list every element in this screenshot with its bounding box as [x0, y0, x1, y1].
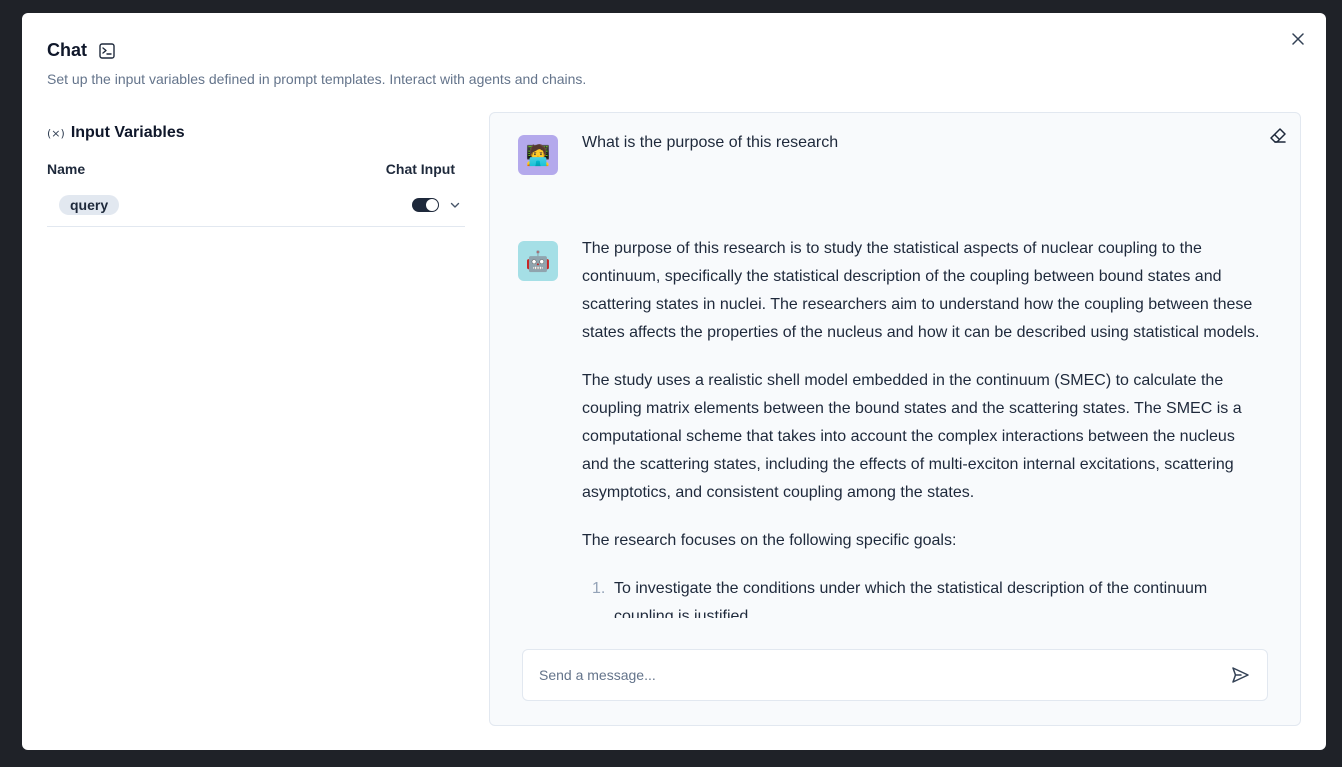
input-variables-header: (×) Input Variables	[47, 121, 465, 145]
chat-input-toggle[interactable]	[412, 197, 439, 212]
close-button[interactable]	[1288, 29, 1308, 49]
variable-icon: (×)	[47, 126, 65, 140]
variable-row[interactable]: query	[47, 183, 465, 227]
message-input-container	[522, 649, 1268, 701]
bot-message: 🤖 The purpose of this research is to stu…	[518, 240, 1264, 631]
send-icon	[1232, 667, 1249, 683]
modal-title: Chat	[47, 40, 87, 60]
send-button[interactable]	[1229, 664, 1251, 686]
column-chat-input-header: Chat Input	[385, 161, 455, 177]
message-input[interactable]	[539, 667, 1229, 683]
column-name-header: Name	[47, 161, 86, 177]
chat-panel: 🧑‍💻 What is the purpose of this research…	[489, 112, 1301, 726]
bot-paragraph: The research focuses on the following sp…	[582, 532, 957, 549]
user-avatar: 🧑‍💻	[518, 135, 558, 175]
bot-avatar: 🤖	[518, 241, 558, 281]
variable-name-badge: query	[59, 194, 120, 215]
close-icon	[1292, 33, 1304, 45]
bot-paragraph: The purpose of this research is to study…	[582, 240, 1260, 341]
chat-modal: Chat Set up the input variables defined …	[22, 13, 1326, 750]
input-variables-panel: (×) Input Variables Name Chat Input quer…	[47, 121, 465, 227]
bot-paragraph: The study uses a realistic shell model e…	[582, 372, 1242, 501]
user-message: 🧑‍💻 What is the purpose of this research	[518, 134, 1264, 175]
bot-message-body: The purpose of this research is to study…	[582, 235, 1264, 631]
clear-chat-button[interactable]	[1268, 125, 1288, 145]
eraser-icon	[1270, 128, 1286, 143]
toggle-knob	[426, 198, 438, 211]
variable-row-controls	[412, 197, 461, 212]
user-message-text: What is the purpose of this research	[582, 134, 839, 151]
terminal-icon	[99, 42, 115, 59]
modal-header: Chat	[47, 40, 115, 61]
chevron-down-icon[interactable]	[449, 199, 461, 211]
scroll-fade	[490, 618, 1300, 649]
input-variables-title: Input Variables	[70, 124, 185, 141]
input-variables-columns: Name Chat Input	[47, 161, 465, 177]
modal-subtitle: Set up the input variables defined in pr…	[47, 71, 587, 87]
